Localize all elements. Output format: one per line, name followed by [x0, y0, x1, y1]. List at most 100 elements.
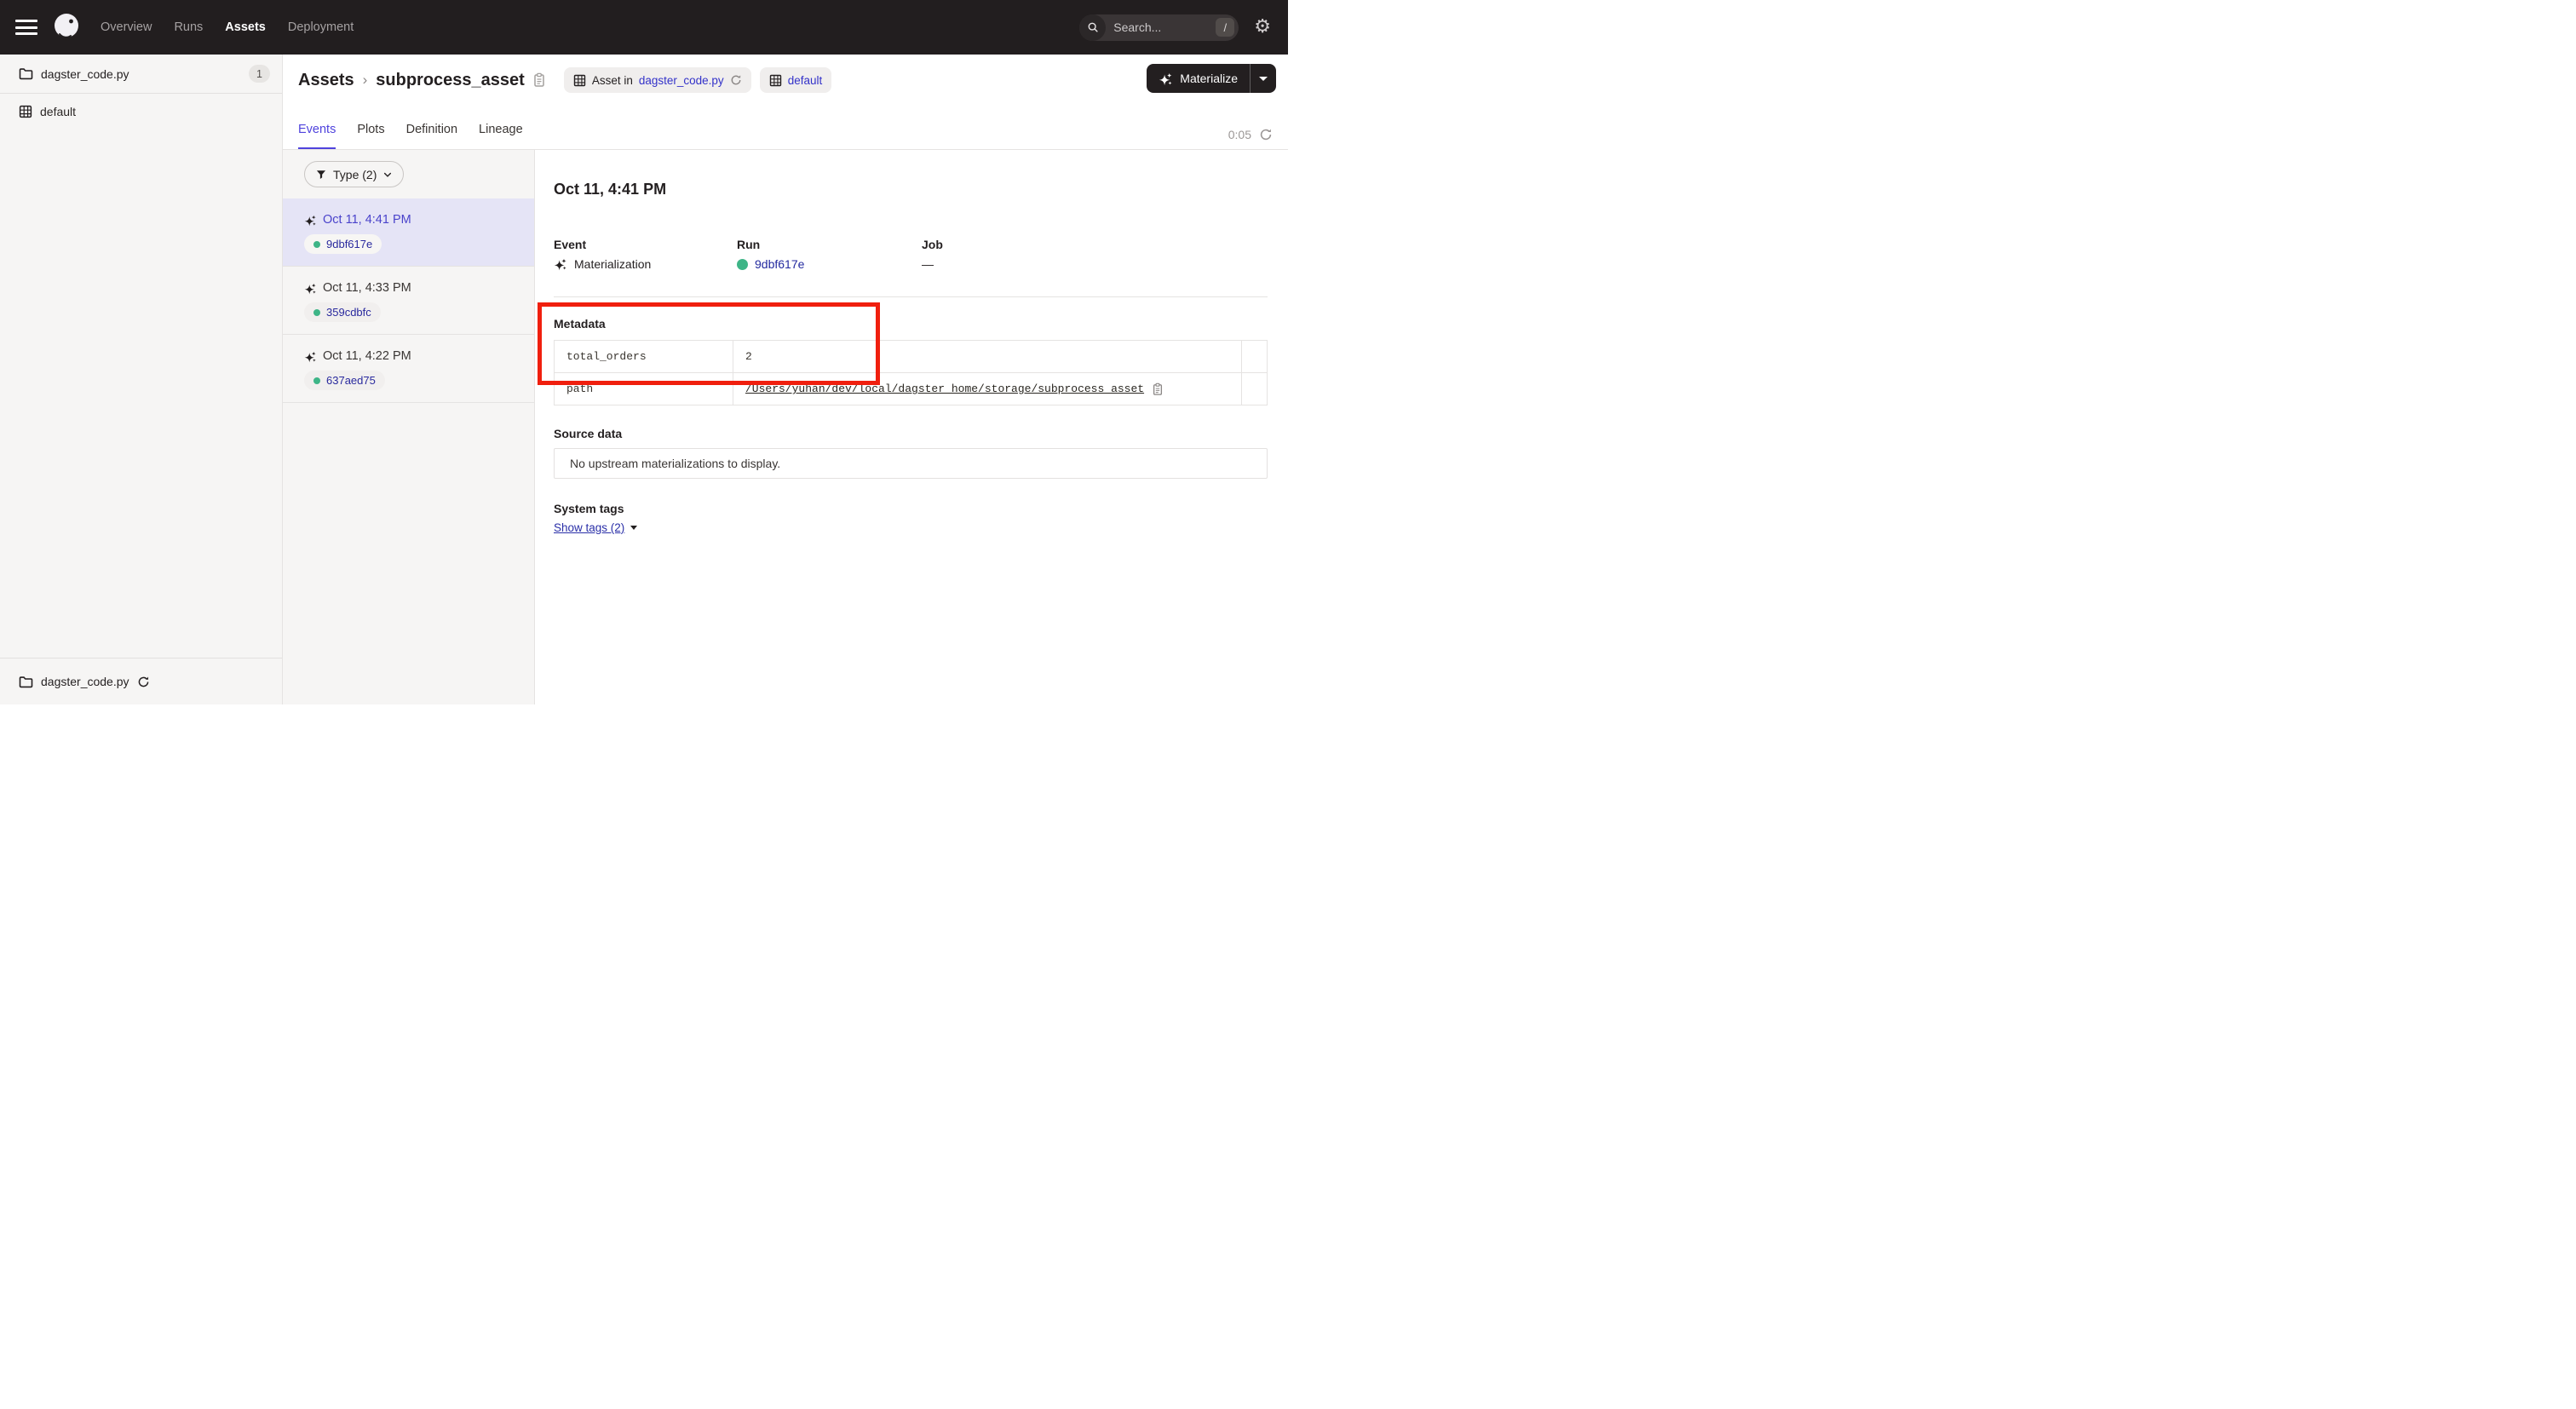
materialization-sparkle-icon	[554, 257, 567, 271]
asset-tabs: Events Plots Definition Lineage	[298, 123, 523, 149]
sidebar-footer-label: dagster_code.py	[41, 675, 129, 688]
search-shortcut-badge: /	[1216, 18, 1234, 37]
search-icon	[1079, 14, 1106, 41]
asset-grid-icon	[573, 74, 586, 87]
event-list-item[interactable]: Oct 11, 4:22 PM 637aed75	[283, 335, 534, 403]
group-badge-label: default	[788, 74, 823, 87]
folder-icon	[19, 67, 33, 80]
run-status-dot	[313, 309, 320, 316]
event-timestamp: Oct 11, 4:33 PM	[323, 281, 411, 295]
event-timestamp: Oct 11, 4:22 PM	[323, 349, 411, 363]
chevron-down-icon	[382, 170, 393, 180]
nav-item-deployment[interactable]: Deployment	[288, 20, 354, 34]
sparkle-icon	[1159, 72, 1173, 86]
run-chip[interactable]: 637aed75	[304, 371, 385, 390]
left-sidebar: dagster_code.py 1 default dagster_code.p…	[0, 55, 283, 704]
refresh-icon[interactable]	[1259, 128, 1273, 141]
filter-funnel-icon	[315, 169, 327, 181]
run-status-dot	[313, 377, 320, 384]
event-detail-panel: Oct 11, 4:41 PM Event Run Job Materializ…	[535, 150, 1288, 704]
main-content: Assets › subprocess_asset Asset in dagst…	[283, 55, 1288, 704]
metadata-key: path	[555, 373, 733, 405]
type-filter-button[interactable]: Type (2)	[304, 161, 404, 187]
section-divider	[554, 296, 1268, 297]
metadata-path-link[interactable]: /Users/yuhan/dev/local/dagster_home/stor…	[745, 382, 1144, 395]
materialize-dropdown-button[interactable]	[1251, 64, 1276, 93]
materialize-button[interactable]: Materialize	[1147, 64, 1250, 93]
show-tags-label: Show tags (2)	[554, 521, 624, 534]
sidebar-code-location-label: dagster_code.py	[41, 67, 129, 81]
dagster-logo-icon[interactable]	[51, 12, 82, 43]
nav-item-assets[interactable]: Assets	[225, 20, 266, 34]
event-list-item[interactable]: Oct 11, 4:41 PM 9dbf617e	[283, 198, 534, 267]
event-list-panel: Type (2) Oct 11, 4:41 PM	[283, 150, 535, 704]
asset-in-code-location-badge[interactable]: Asset in dagster_code.py	[564, 67, 751, 93]
copy-path-icon[interactable]	[1152, 382, 1164, 396]
asset-group-icon	[19, 105, 32, 118]
caret-down-icon	[630, 526, 637, 530]
search-input[interactable]: Search... /	[1079, 14, 1239, 41]
event-timestamp: Oct 11, 4:41 PM	[323, 213, 411, 227]
nav-item-runs[interactable]: Runs	[174, 20, 203, 34]
top-navigation-bar: Overview Runs Assets Deployment Search..…	[0, 0, 1288, 55]
reload-definitions-icon[interactable]	[730, 74, 742, 86]
event-detail-title: Oct 11, 4:41 PM	[554, 181, 666, 198]
run-id-link[interactable]: 9dbf617e	[755, 257, 804, 271]
group-grid-icon	[769, 74, 782, 87]
reload-code-location-icon[interactable]	[137, 676, 150, 688]
sidebar-item-default-group[interactable]: default	[0, 94, 282, 129]
tab-definition[interactable]: Definition	[406, 123, 457, 149]
sidebar-item-code-location[interactable]: dagster_code.py 1	[0, 55, 282, 94]
page-title-asset-name: subprocess_asset	[376, 71, 525, 90]
tab-plots[interactable]: Plots	[357, 123, 384, 149]
run-status-dot	[737, 259, 748, 270]
refresh-timer: 0:05	[1228, 128, 1273, 141]
metadata-key: total_orders	[555, 341, 733, 372]
breadcrumb-assets-link[interactable]: Assets	[298, 71, 354, 90]
nav-item-overview[interactable]: Overview	[101, 20, 152, 34]
menu-hamburger-icon[interactable]	[15, 20, 37, 35]
event-list-item[interactable]: Oct 11, 4:33 PM 359cdbfc	[283, 267, 534, 335]
source-data-empty-box: No upstream materializations to display.	[554, 448, 1268, 479]
primary-nav: Overview Runs Assets Deployment	[101, 20, 354, 34]
group-badge-default[interactable]: default	[760, 67, 832, 93]
filter-row: Type (2)	[283, 150, 534, 198]
event-type-text: Materialization	[574, 257, 651, 271]
run-id-link[interactable]: 637aed75	[326, 374, 376, 387]
folder-icon	[19, 676, 33, 688]
run-id-link[interactable]: 9dbf617e	[326, 238, 372, 250]
asset-in-prefix: Asset in	[592, 74, 633, 87]
run-value: 9dbf617e	[737, 257, 804, 271]
materialize-button-label: Materialize	[1180, 72, 1238, 85]
run-id-link[interactable]: 359cdbfc	[326, 306, 371, 319]
event-type-value: Materialization	[554, 257, 651, 271]
metadata-extra-cell	[1242, 341, 1267, 372]
search-placeholder: Search...	[1113, 20, 1161, 34]
nav-right-cluster: Search... / ⚙	[1079, 14, 1271, 41]
materialize-split-button: Materialize	[1147, 64, 1276, 93]
table-row: total_orders 2	[555, 341, 1267, 372]
run-chip[interactable]: 9dbf617e	[304, 234, 382, 254]
dagster-app-window: Overview Runs Assets Deployment Search..…	[0, 0, 1288, 704]
breadcrumb-separator: ›	[362, 72, 369, 89]
materialization-sparkle-icon	[304, 214, 317, 227]
materialization-sparkle-icon	[304, 350, 317, 363]
run-status-dot	[313, 241, 320, 248]
sidebar-footer-code-location[interactable]: dagster_code.py	[0, 658, 282, 704]
tab-lineage[interactable]: Lineage	[479, 123, 523, 149]
show-tags-toggle[interactable]: Show tags (2)	[554, 521, 637, 534]
chevron-down-icon	[1259, 77, 1268, 81]
job-value: —	[922, 257, 934, 271]
materialization-sparkle-icon	[304, 282, 317, 295]
metadata-extra-cell	[1242, 373, 1267, 405]
tab-events[interactable]: Events	[298, 123, 336, 149]
run-chip[interactable]: 359cdbfc	[304, 302, 381, 322]
breadcrumb: Assets › subprocess_asset Asset in dagst…	[298, 67, 831, 93]
events-content-area: Type (2) Oct 11, 4:41 PM	[283, 149, 1288, 704]
job-column-label: Job	[922, 238, 943, 251]
asset-code-location-link[interactable]: dagster_code.py	[639, 74, 724, 87]
copy-asset-name-icon[interactable]	[532, 72, 546, 88]
settings-gear-icon[interactable]: ⚙	[1254, 18, 1271, 37]
asset-badges: Asset in dagster_code.py default	[564, 67, 831, 93]
metadata-heading: Metadata	[554, 317, 606, 331]
